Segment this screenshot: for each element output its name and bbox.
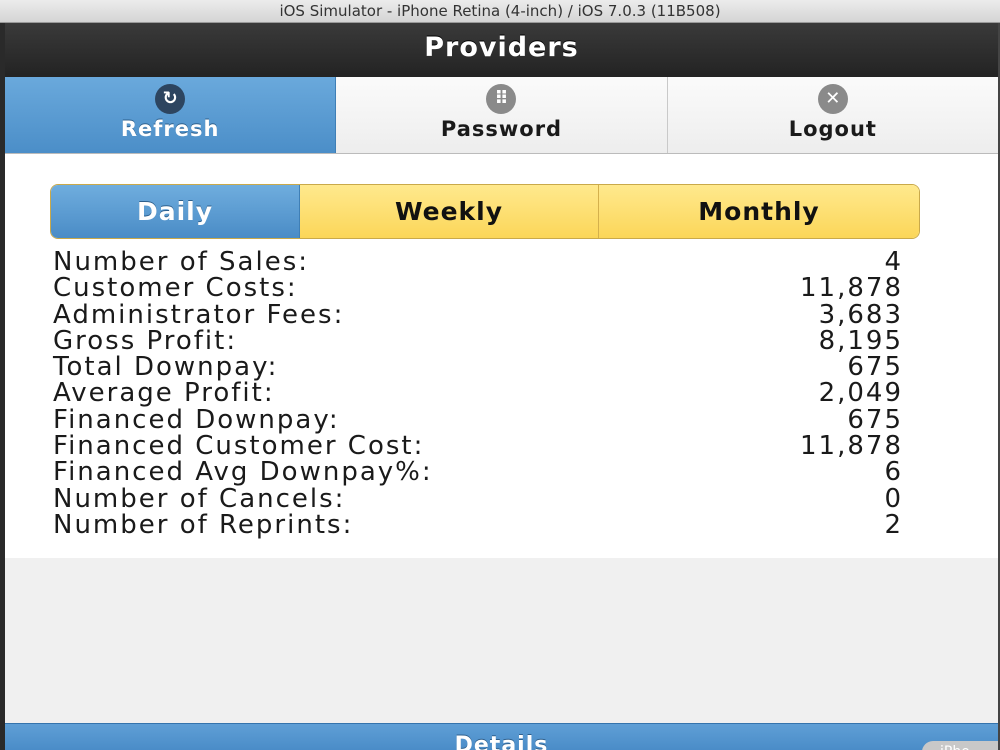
- stat-row: Total Downpay: 675: [53, 354, 903, 380]
- device-badge: iPho: [922, 741, 998, 750]
- window-title: iOS Simulator - iPhone Retina (4-inch) /…: [0, 0, 1000, 23]
- segment-monthly[interactable]: Monthly: [599, 185, 919, 238]
- stat-row: Gross Profit: 8,195: [53, 328, 903, 354]
- refresh-label: Refresh: [120, 117, 220, 141]
- page-title: Providers: [424, 32, 579, 63]
- close-icon: ✕: [817, 84, 848, 114]
- summary-panel: Daily Weekly Monthly Number of Sales: 4 …: [5, 154, 998, 558]
- stat-label: Customer Costs:: [53, 273, 298, 304]
- stat-row: Financed Downpay: 675: [53, 407, 903, 433]
- stat-row: Financed Customer Cost: 11,878: [53, 433, 903, 459]
- stat-label: Number of Cancels:: [53, 483, 346, 514]
- stat-row: Number of Cancels: 0: [53, 486, 903, 512]
- device-screen: Providers ↻ Refresh ⠿ Password ✕ Logout …: [5, 23, 998, 750]
- stat-value: 675: [847, 404, 903, 435]
- stat-label: Number of Sales:: [53, 247, 309, 277]
- logout-button[interactable]: ✕ Logout: [667, 77, 998, 153]
- stat-row: Average Profit: 2,049: [53, 380, 903, 406]
- stat-label: Financed Avg Downpay%:: [53, 457, 433, 488]
- stat-value: 0: [884, 483, 903, 514]
- refresh-icon: ↻: [155, 84, 186, 114]
- stat-label: Gross Profit:: [53, 325, 238, 356]
- stat-value: 675: [847, 352, 903, 383]
- stats-list: Number of Sales: 4 Customer Costs: 11,87…: [53, 249, 903, 538]
- stat-value: 4: [884, 247, 903, 277]
- stat-value: 11,878: [800, 273, 903, 304]
- navigation-bar: Providers: [5, 23, 998, 78]
- stat-label: Financed Customer Cost:: [53, 431, 425, 462]
- stat-row: Administrator Fees: 3,683: [53, 299, 903, 330]
- stat-value: 3,683: [818, 299, 903, 330]
- stat-label: Average Profit:: [53, 378, 275, 409]
- stat-value: 6: [884, 457, 903, 488]
- refresh-button[interactable]: ↻ Refresh: [5, 77, 337, 153]
- stat-row: Number of Reprints: 2: [53, 512, 903, 538]
- stat-label: Total Downpay:: [53, 352, 279, 383]
- stat-value: 2: [884, 509, 903, 540]
- password-label: Password: [440, 117, 563, 141]
- period-segmented-control: Daily Weekly Monthly: [50, 184, 920, 239]
- details-button[interactable]: Details: [5, 723, 998, 750]
- stat-row: Financed Avg Downpay%: 6: [53, 459, 903, 485]
- logout-label: Logout: [788, 117, 877, 141]
- toolbar-tabs: ↻ Refresh ⠿ Password ✕ Logout: [5, 77, 998, 154]
- stat-label: Administrator Fees:: [53, 299, 345, 330]
- segment-weekly[interactable]: Weekly: [300, 185, 599, 238]
- stat-row: Customer Costs: 11,878: [53, 275, 903, 301]
- password-button[interactable]: ⠿ Password: [336, 77, 668, 153]
- stat-row: Number of Sales: 4: [53, 249, 903, 275]
- stat-value: 2,049: [818, 378, 903, 409]
- stat-label: Number of Reprints:: [53, 509, 354, 540]
- keypad-icon: ⠿: [486, 84, 517, 114]
- stat-value: 11,878: [800, 431, 903, 462]
- stat-value: 8,195: [818, 325, 903, 356]
- stat-label: Financed Downpay:: [53, 404, 340, 435]
- segment-daily[interactable]: Daily: [51, 185, 300, 238]
